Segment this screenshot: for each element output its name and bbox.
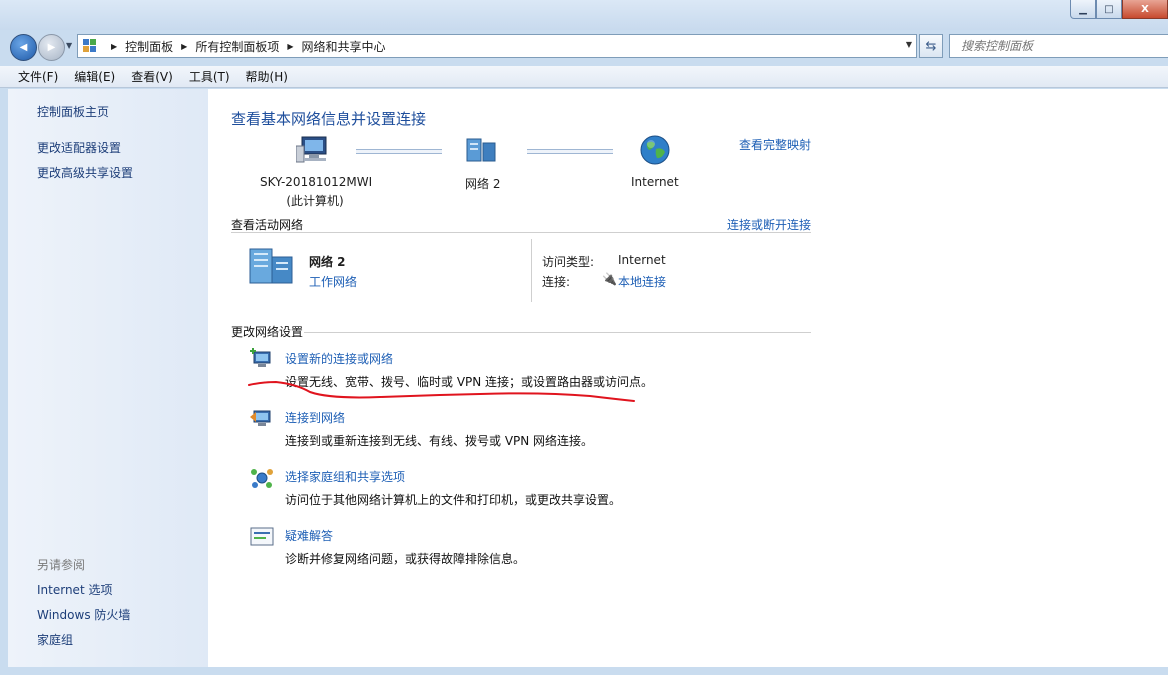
connect-disconnect-link[interactable]: 连接或断开连接 <box>727 216 811 233</box>
access-type-label: 访问类型: <box>542 255 595 269</box>
computer-name: SKY-20181012MWI <box>260 175 373 189</box>
control-panel-icon <box>83 39 97 53</box>
arrow-left-icon: ◀ <box>19 42 28 53</box>
chevron-right-icon: ▶ <box>111 41 118 51</box>
task-setup-connection-desc: 设置无线、宽带、拨号、临时或 VPN 连接；或设置路由器或访问点。 <box>285 375 654 389</box>
recent-pages-dropdown[interactable]: ▼ <box>66 41 72 50</box>
search-input[interactable] <box>959 38 1163 54</box>
close-button[interactable]: X <box>1122 0 1168 19</box>
breadcrumb: ▶ 控制面板 ▶ 所有控制面板项 ▶ 网络和共享中心 <box>103 38 386 55</box>
page-title: 查看基本网络信息并设置连接 <box>231 110 427 128</box>
active-network-name: 网络 2 <box>309 255 346 269</box>
computer-sub-label: (此计算机) <box>286 194 344 208</box>
active-networks-heading: 查看活动网络 <box>231 218 304 232</box>
network-building-icon <box>249 248 293 284</box>
access-type-value: Internet <box>618 253 666 267</box>
menu-help[interactable]: 帮助(H) <box>238 68 296 85</box>
breadcrumb-item-all-items[interactable]: 所有控制面板项 <box>195 38 279 55</box>
chevron-right-icon: ▶ <box>181 41 188 51</box>
maximize-button[interactable]: □ <box>1096 0 1122 19</box>
task-homegroup-desc: 访问位于其他网络计算机上的文件和打印机，或更改共享设置。 <box>285 493 622 507</box>
back-button[interactable]: ◀ <box>10 34 37 61</box>
computer-icon <box>296 136 327 163</box>
internet-node-label: Internet <box>631 175 679 189</box>
search-box[interactable] <box>949 34 1168 58</box>
address-bar[interactable]: ▶ 控制面板 ▶ 所有控制面板项 ▶ 网络和共享中心 ▼ <box>77 34 917 58</box>
sidebar-item-adapter-settings[interactable]: 更改适配器设置 <box>37 139 121 156</box>
task-troubleshoot-link[interactable]: 疑难解答 <box>285 527 333 544</box>
ethernet-plug-icon: 🔌 <box>602 272 617 286</box>
connection-line <box>356 149 442 154</box>
menu-file[interactable]: 文件(F) <box>10 68 66 85</box>
homegroup-icon <box>251 469 273 488</box>
vertical-divider <box>531 239 532 302</box>
sidebar-item-homegroup[interactable]: 家庭组 <box>37 631 73 648</box>
see-also-heading: 另请参阅 <box>37 558 86 572</box>
connect-network-icon <box>250 410 271 426</box>
window-controls: ▁ □ X <box>1070 0 1168 20</box>
breadcrumb-item-control-panel[interactable]: 控制面板 <box>125 38 173 55</box>
task-setup-connection-link[interactable]: 设置新的连接或网络 <box>285 350 393 367</box>
minimize-button[interactable]: ▁ <box>1070 0 1096 19</box>
chevron-down-icon[interactable]: ▼ <box>906 40 912 49</box>
sidebar-item-firewall[interactable]: Windows 防火墙 <box>37 606 130 623</box>
divider <box>231 232 811 233</box>
menu-bar: 文件(F) 编辑(E) 查看(V) 工具(T) 帮助(H) <box>0 66 1168 88</box>
refresh-icon: ⇆ <box>925 38 937 54</box>
navigation-bar: ◀ ▶ ▼ ▶ 控制面板 ▶ 所有控制面板项 ▶ 网络和共享中心 ▼ ⇆ <box>0 30 1168 62</box>
network-node-label: 网络 2 <box>465 177 501 191</box>
connection-label: 连接: <box>542 275 571 289</box>
chevron-right-icon: ▶ <box>287 41 294 51</box>
view-full-map-link[interactable]: 查看完整映射 <box>739 136 811 153</box>
forward-button[interactable]: ▶ <box>38 34 65 61</box>
sidebar: 控制面板主页 更改适配器设置 更改高级共享设置 另请参阅 Internet 选项… <box>8 89 208 667</box>
change-settings-heading: 更改网络设置 <box>231 325 304 339</box>
new-connection-icon <box>250 348 271 367</box>
breadcrumb-item-network-center[interactable]: 网络和共享中心 <box>302 38 386 55</box>
task-homegroup-link[interactable]: 选择家庭组和共享选项 <box>285 468 405 485</box>
divider <box>304 332 811 333</box>
task-connect-network-desc: 连接到或重新连接到无线、有线、拨号或 VPN 网络连接。 <box>285 434 594 448</box>
arrow-right-icon: ▶ <box>47 42 56 53</box>
internet-globe-icon <box>640 135 670 165</box>
local-connection-link[interactable]: 本地连接 <box>618 273 666 290</box>
network-type-link[interactable]: 工作网络 <box>309 273 357 290</box>
network-icon <box>466 138 496 162</box>
menu-view[interactable]: 查看(V) <box>123 68 181 85</box>
refresh-button[interactable]: ⇆ <box>919 34 943 58</box>
title-bar: ▁ □ X <box>0 0 1168 30</box>
connection-line <box>527 149 613 154</box>
main-content: 查看基本网络信息并设置连接 查看完整映射 SKY-20181012MWI (此计… <box>208 89 1168 667</box>
task-connect-network-link[interactable]: 连接到网络 <box>285 409 345 426</box>
window-bottom-border <box>0 667 1168 675</box>
sidebar-item-internet-options[interactable]: Internet 选项 <box>37 581 112 598</box>
sidebar-item-advanced-sharing[interactable]: 更改高级共享设置 <box>37 164 133 181</box>
sidebar-home-link[interactable]: 控制面板主页 <box>37 103 109 120</box>
menu-edit[interactable]: 编辑(E) <box>66 68 123 85</box>
troubleshoot-icon <box>250 527 274 546</box>
menu-tools[interactable]: 工具(T) <box>181 68 238 85</box>
task-troubleshoot-desc: 诊断并修复网络问题，或获得故障排除信息。 <box>285 552 526 566</box>
